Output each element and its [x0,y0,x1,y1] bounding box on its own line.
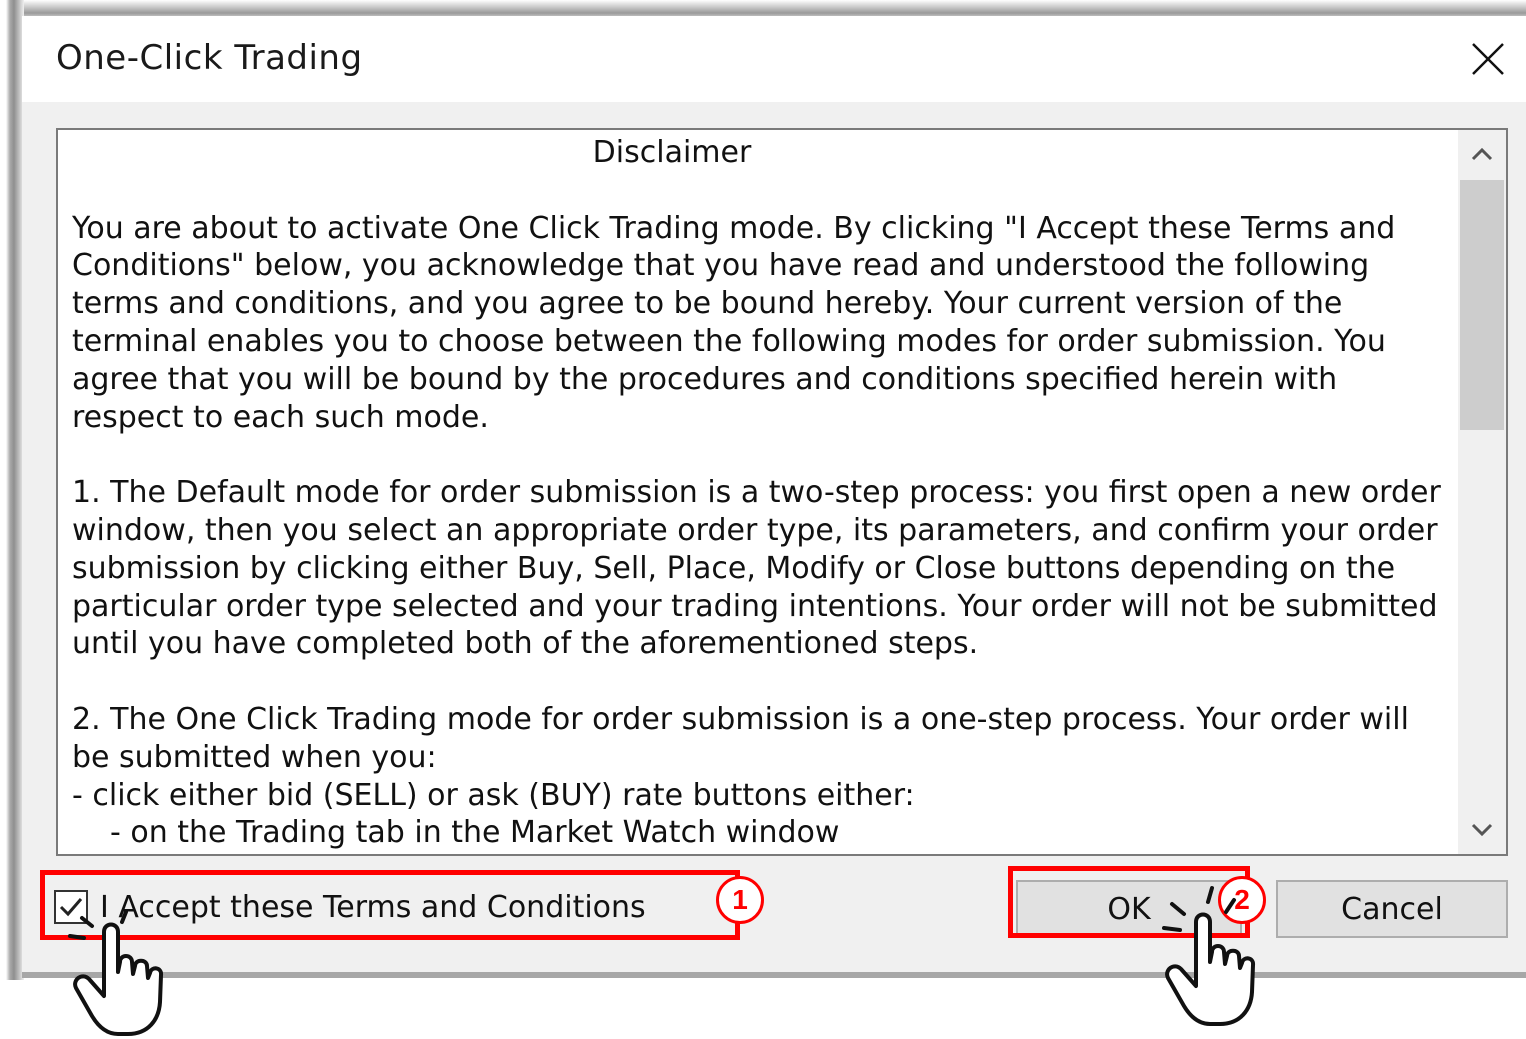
cancel-button[interactable]: Cancel [1276,880,1508,938]
scroll-up-button[interactable] [1458,130,1506,178]
disclaimer-paragraph-3-line-3: - on the Trading tab in the Market Watch… [110,815,840,850]
disclaimer-paragraph-1: You are about to activate One Click Trad… [72,210,1405,435]
step-2-badge: 2 [1218,876,1266,924]
dialog-title: One-Click Trading [56,38,363,78]
scroll-down-button[interactable] [1458,806,1506,854]
close-icon [1472,43,1504,75]
vertical-scrollbar[interactable] [1458,130,1506,854]
title-bar: One-Click Trading [22,16,1526,102]
accept-terms-checkbox[interactable] [54,890,88,924]
checkmark-icon [59,898,83,917]
disclaimer-paragraph-3-line-1: 2. The One Click Trading mode for order … [72,701,1419,775]
disclaimer-heading: Disclaimer [592,135,752,170]
chevron-up-icon [1471,147,1493,161]
ok-button[interactable]: OK [1016,880,1242,938]
disclaimer-paragraph-2: 1. The Default mode for order submission… [72,475,1451,662]
disclaimer-paragraph-3: 2. The One Click Trading mode for order … [72,701,1452,850]
disclaimer-textbox[interactable]: Disclaimer You are about to activate One … [56,128,1508,856]
one-click-trading-dialog: One-Click Trading Disclaimer You are abou… [22,16,1526,978]
disclaimer-text: Disclaimer You are about to activate One … [72,134,1452,850]
window-left-shadow [0,0,24,980]
accept-terms-label[interactable]: I Accept these Terms and Conditions [100,890,646,925]
chevron-down-icon [1471,823,1493,837]
close-button[interactable] [1450,16,1526,102]
disclaimer-paragraph-3-line-2: - click either bid (SELL) or ask (BUY) r… [72,777,915,813]
scroll-thumb[interactable] [1460,180,1504,430]
step-1-badge: 1 [716,876,764,924]
accept-terms-row[interactable]: I Accept these Terms and Conditions [54,882,646,932]
screenshot-stage: One-Click Trading Disclaimer You are abou… [0,0,1526,1039]
